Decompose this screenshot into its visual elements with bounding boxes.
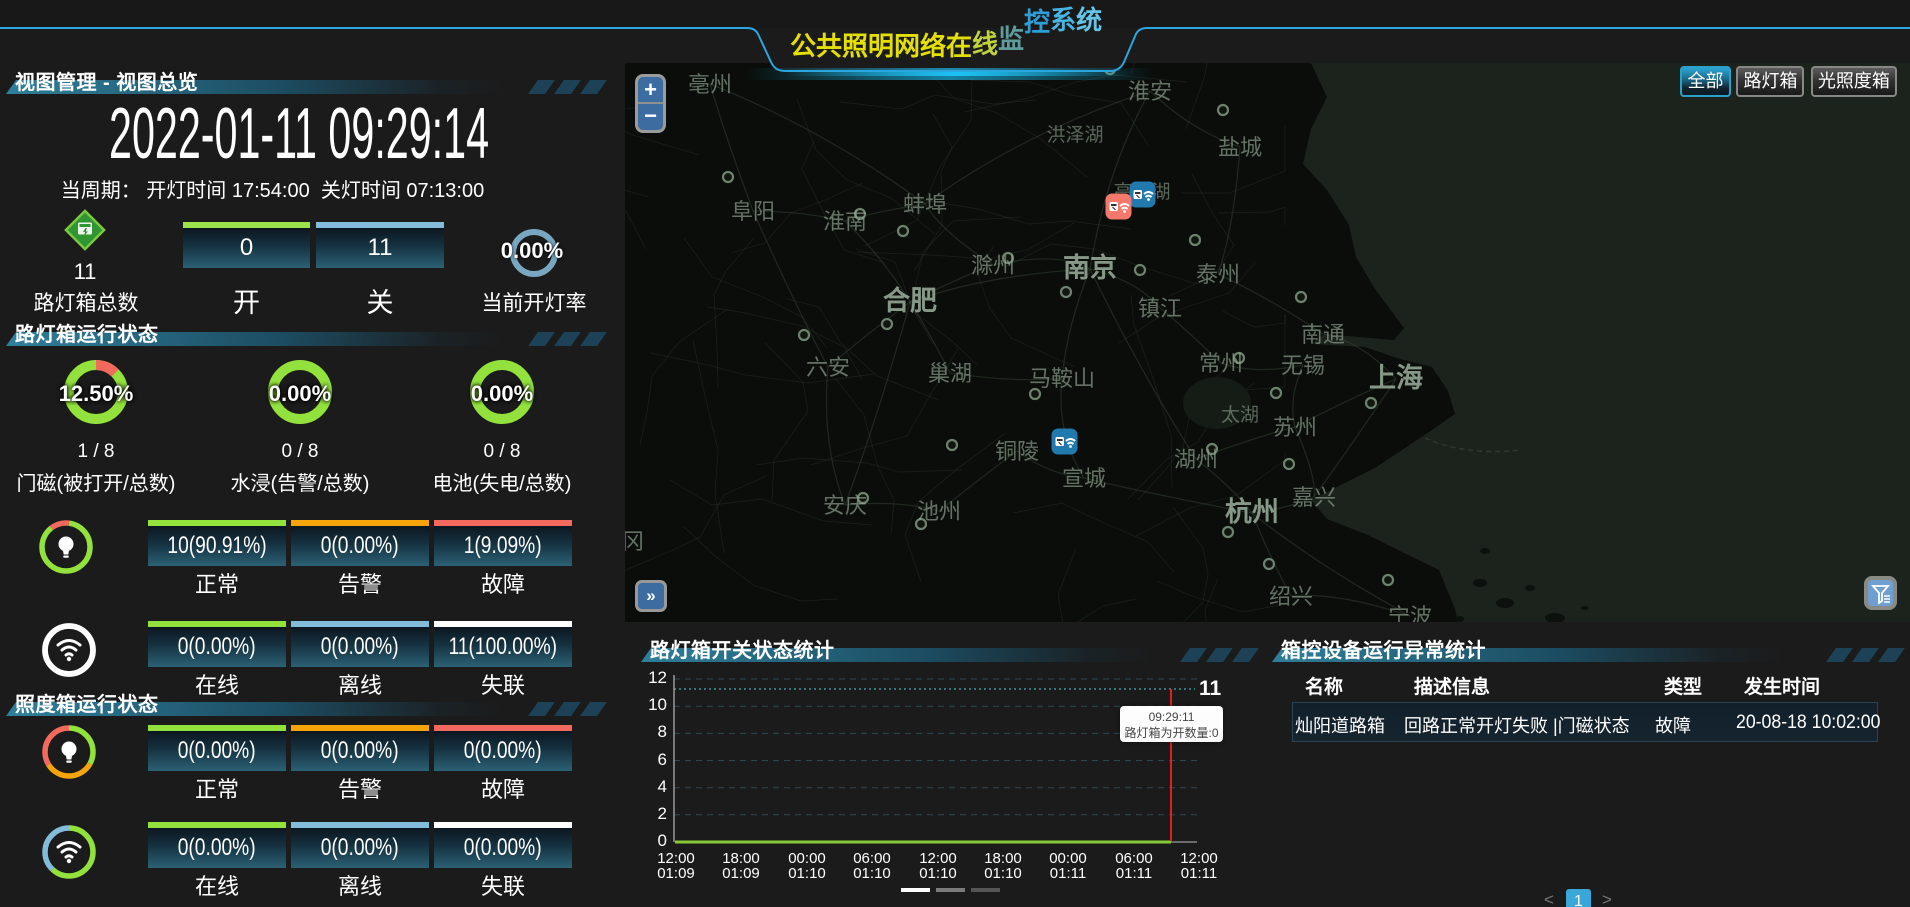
svg-text:合肥: 合肥 <box>883 285 937 316</box>
svg-text:宁波: 宁波 <box>1388 604 1432 622</box>
svg-text:南通: 南通 <box>1301 322 1345 347</box>
svg-text:太湖: 太湖 <box>1221 404 1259 426</box>
svg-text:泰州: 泰州 <box>1196 262 1240 287</box>
svg-text:湖州: 湖州 <box>1174 447 1218 472</box>
svg-text:洪泽湖: 洪泽湖 <box>1046 124 1103 146</box>
svg-text:淮南: 淮南 <box>823 209 867 234</box>
svg-text:宣城: 宣城 <box>1062 466 1106 491</box>
svg-text:滁州: 滁州 <box>971 253 1015 278</box>
svg-text:嘉兴: 嘉兴 <box>1292 485 1336 510</box>
svg-text:镇江: 镇江 <box>1138 296 1182 321</box>
svg-text:马鞍山: 马鞍山 <box>1029 366 1095 391</box>
svg-text:六安: 六安 <box>806 355 850 380</box>
svg-text:杭州: 杭州 <box>1225 496 1279 527</box>
svg-text:常州: 常州 <box>1199 351 1243 376</box>
svg-text:安庆: 安庆 <box>823 493 867 518</box>
svg-text:苏州: 苏州 <box>1273 415 1317 440</box>
svg-text:阜阳: 阜阳 <box>731 199 775 224</box>
svg-text:绍兴: 绍兴 <box>1269 584 1313 609</box>
svg-text:铜陵: 铜陵 <box>995 439 1039 464</box>
svg-text:冈: 冈 <box>625 529 644 554</box>
svg-text:上海: 上海 <box>1369 363 1423 393</box>
svg-text:蚌埠: 蚌埠 <box>903 192 947 217</box>
svg-text:无锡: 无锡 <box>1281 353 1325 378</box>
svg-text:南京: 南京 <box>1063 252 1117 283</box>
svg-text:池州: 池州 <box>917 499 961 524</box>
svg-text:盐城: 盐城 <box>1218 135 1262 160</box>
svg-text:巢湖: 巢湖 <box>928 361 972 386</box>
